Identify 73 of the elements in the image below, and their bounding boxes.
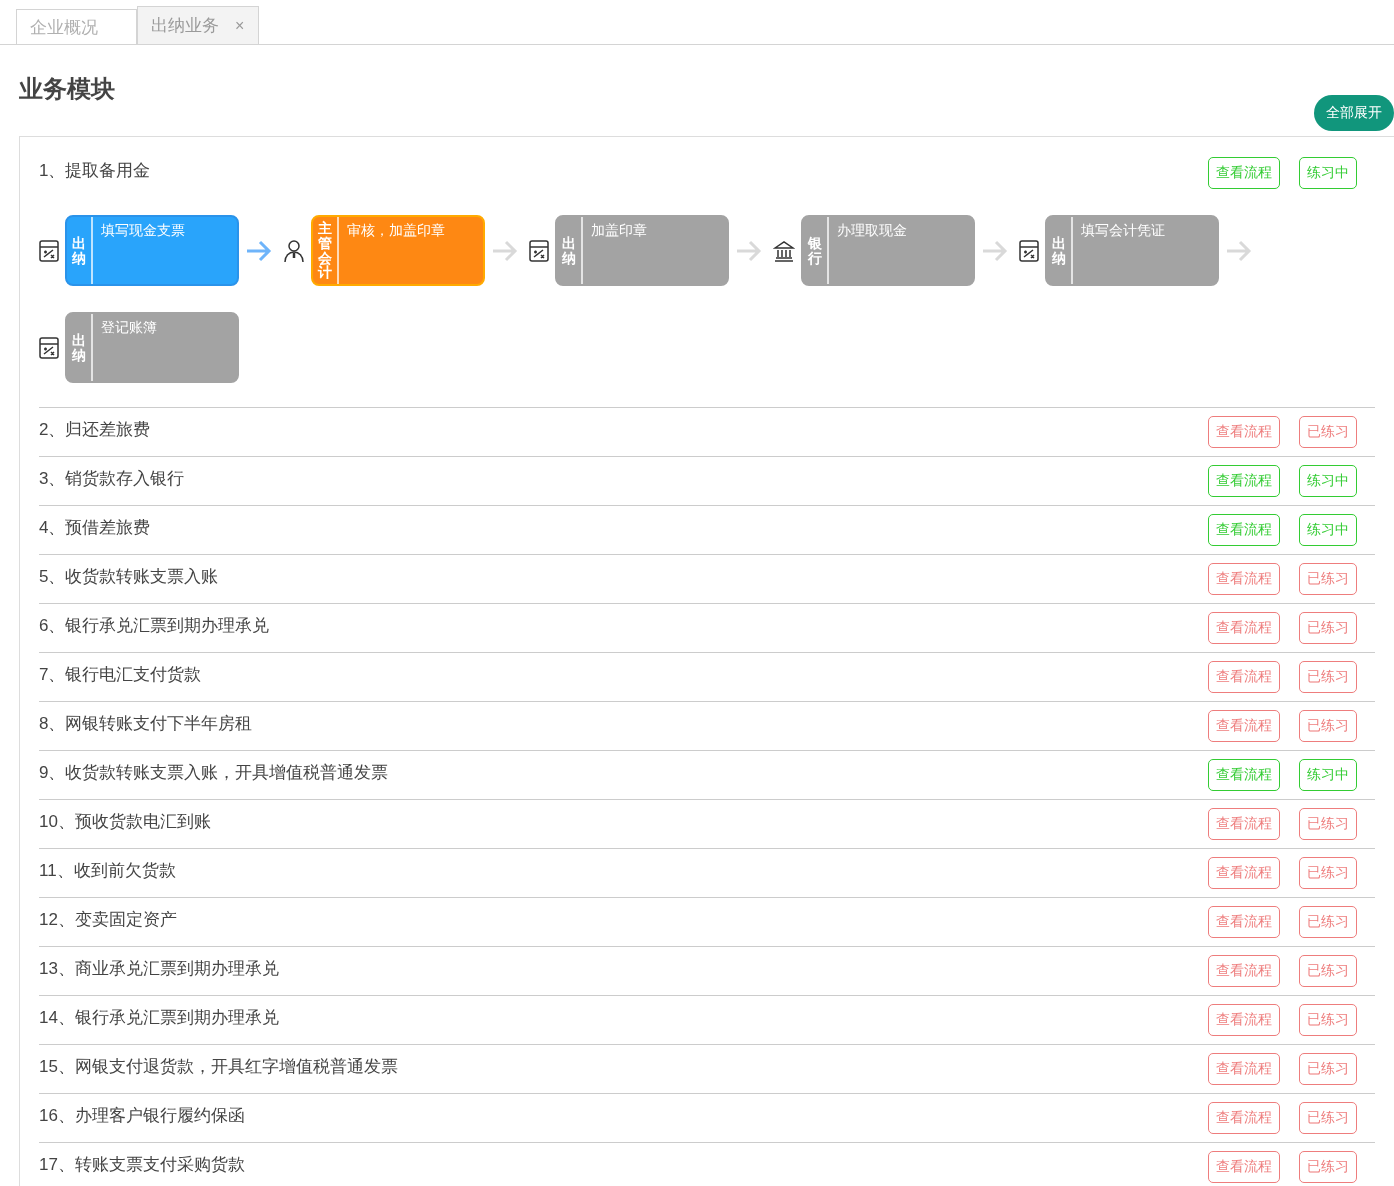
close-icon[interactable]: × <box>235 16 245 35</box>
practice-status-button[interactable]: 已练习 <box>1299 906 1357 938</box>
flow-step-card[interactable]: 主管会计 审核，加盖印章 <box>311 215 485 286</box>
module-title[interactable]: 1、提取备用金 <box>39 157 151 182</box>
flow-step-card[interactable]: 出纳 填写会计凭证 <box>1045 215 1219 286</box>
bank-icon <box>773 239 795 262</box>
calculator-icon <box>39 336 59 359</box>
practice-status-button[interactable]: 已练习 <box>1299 1004 1357 1036</box>
view-flow-button[interactable]: 查看流程 <box>1208 759 1280 791</box>
practice-status-button[interactable]: 已练习 <box>1299 857 1357 889</box>
view-flow-button[interactable]: 查看流程 <box>1208 1053 1280 1085</box>
view-flow-button[interactable]: 查看流程 <box>1208 1102 1280 1134</box>
practice-status-button[interactable]: 已练习 <box>1299 955 1357 987</box>
module-title[interactable]: 14、银行承兑汇票到期办理承兑 <box>39 1004 279 1029</box>
module-title[interactable]: 2、归还差旅费 <box>39 416 151 441</box>
practice-status-button[interactable]: 练习中 <box>1299 157 1357 189</box>
view-flow-button[interactable]: 查看流程 <box>1208 808 1280 840</box>
practice-status-button[interactable]: 练习中 <box>1299 514 1357 546</box>
calculator-icon <box>529 239 549 262</box>
person-icon <box>283 238 305 263</box>
expand-all-button[interactable]: 全部展开 <box>1314 95 1394 131</box>
module-title[interactable]: 6、银行承兑汇票到期办理承兑 <box>39 612 270 637</box>
view-flow-button[interactable]: 查看流程 <box>1208 906 1280 938</box>
arrow-icon <box>245 238 273 263</box>
tab[interactable]: 出纳业务 × <box>137 6 259 44</box>
view-flow-button[interactable]: 查看流程 <box>1208 1151 1280 1183</box>
flow-step-card[interactable]: 银行 办理取现金 <box>801 215 975 286</box>
calculator-icon <box>1019 239 1039 262</box>
calculator-icon <box>39 239 59 262</box>
view-flow-button[interactable]: 查看流程 <box>1208 857 1280 889</box>
module-title[interactable]: 17、转账支票支付采购货款 <box>39 1151 245 1176</box>
module-title[interactable]: 4、预借差旅费 <box>39 514 151 539</box>
practice-status-button[interactable]: 已练习 <box>1299 1053 1357 1085</box>
arrow-icon <box>735 238 763 263</box>
view-flow-button[interactable]: 查看流程 <box>1208 710 1280 742</box>
practice-status-button[interactable]: 已练习 <box>1299 808 1357 840</box>
module-title[interactable]: 11、收到前欠货款 <box>39 857 176 882</box>
module-title[interactable]: 12、变卖固定资产 <box>39 906 177 931</box>
practice-status-button[interactable]: 已练习 <box>1299 1151 1357 1183</box>
module-title[interactable]: 15、网银支付退货款，开具红字增值税普通发票 <box>39 1053 398 1078</box>
module-title[interactable]: 5、收货款转账支票入账 <box>39 563 219 588</box>
practice-status-button[interactable]: 已练习 <box>1299 1102 1357 1134</box>
view-flow-button[interactable]: 查看流程 <box>1208 955 1280 987</box>
practice-status-button[interactable]: 已练习 <box>1299 416 1357 448</box>
view-flow-button[interactable]: 查看流程 <box>1208 416 1280 448</box>
arrow-icon <box>981 238 1009 263</box>
view-flow-button[interactable]: 查看流程 <box>1208 1004 1280 1036</box>
module-title[interactable]: 10、预收货款电汇到账 <box>39 808 211 833</box>
practice-status-button[interactable]: 已练习 <box>1299 612 1357 644</box>
module-title[interactable]: 13、商业承兑汇票到期办理承兑 <box>39 955 279 980</box>
view-flow-button[interactable]: 查看流程 <box>1208 465 1280 497</box>
flow-step-card[interactable]: 出纳 登记账簿 <box>65 312 239 383</box>
view-flow-button[interactable]: 查看流程 <box>1208 612 1280 644</box>
practice-status-button[interactable]: 练习中 <box>1299 759 1357 791</box>
practice-status-button[interactable]: 已练习 <box>1299 661 1357 693</box>
practice-status-button[interactable]: 已练习 <box>1299 710 1357 742</box>
view-flow-button[interactable]: 查看流程 <box>1208 157 1280 189</box>
module-title[interactable]: 8、网银转账支付下半年房租 <box>39 710 253 735</box>
arrow-icon <box>1225 238 1253 263</box>
module-title[interactable]: 3、销货款存入银行 <box>39 465 185 490</box>
tab[interactable]: 企业概况 <box>16 9 137 44</box>
flow-step-card[interactable]: 出纳 加盖印章 <box>555 215 729 286</box>
practice-status-button[interactable]: 已练习 <box>1299 563 1357 595</box>
module-title[interactable]: 9、收货款转账支票入账，开具增值税普通发票 <box>39 759 389 784</box>
practice-status-button[interactable]: 练习中 <box>1299 465 1357 497</box>
module-title[interactable]: 7、银行电汇支付货款 <box>39 661 202 686</box>
view-flow-button[interactable]: 查看流程 <box>1208 514 1280 546</box>
view-flow-button[interactable]: 查看流程 <box>1208 661 1280 693</box>
arrow-icon <box>491 238 519 263</box>
section-heading: 业务模块 <box>19 74 115 104</box>
view-flow-button[interactable]: 查看流程 <box>1208 563 1280 595</box>
flow-step-card[interactable]: 出纳 填写现金支票 <box>65 215 239 286</box>
module-title[interactable]: 16、办理客户银行履约保函 <box>39 1102 245 1127</box>
